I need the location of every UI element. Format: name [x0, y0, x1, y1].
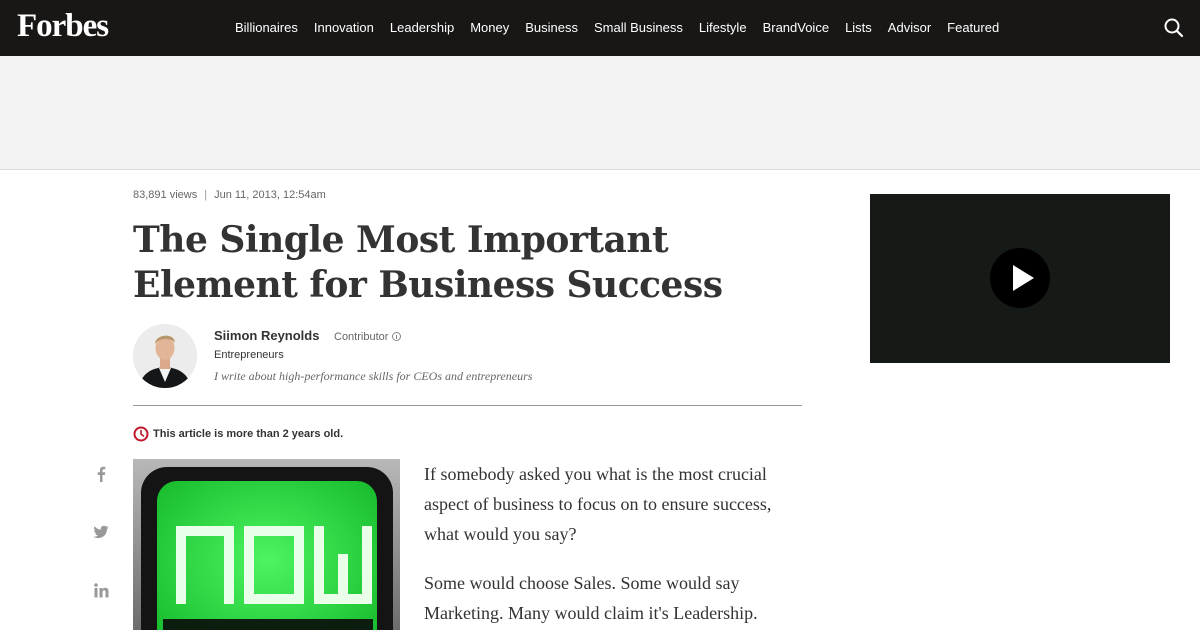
- main-nav: Billionaires Innovation Leadership Money…: [227, 0, 1007, 56]
- author-name[interactable]: Siimon Reynolds: [214, 328, 319, 343]
- facebook-icon[interactable]: [90, 463, 112, 485]
- nav-featured[interactable]: Featured: [939, 0, 1007, 56]
- nav-innovation[interactable]: Innovation: [306, 0, 382, 56]
- author-divider: [133, 405, 802, 406]
- view-count: 83,891 views: [133, 189, 198, 201]
- author-channel[interactable]: Entrepreneurs: [214, 349, 284, 361]
- nav-business[interactable]: Business: [517, 0, 586, 56]
- nav-advisor[interactable]: Advisor: [880, 0, 939, 56]
- author-role: Contributor: [334, 331, 402, 343]
- nav-lifestyle[interactable]: Lifestyle: [691, 0, 755, 56]
- ad-banner-area: [0, 56, 1200, 170]
- nav-brandvoice[interactable]: BrandVoice: [755, 0, 838, 56]
- forbes-logo[interactable]: Forbes: [17, 8, 109, 44]
- linkedin-icon[interactable]: [90, 579, 112, 601]
- clock-icon: [133, 426, 149, 442]
- nav-small-business[interactable]: Small Business: [586, 0, 691, 56]
- article-paragraph-1: If somebody asked you what is the most c…: [424, 464, 772, 544]
- publish-date: Jun 11, 2013, 12:54am: [214, 189, 326, 201]
- video-player[interactable]: [870, 194, 1170, 363]
- nav-lists[interactable]: Lists: [837, 0, 880, 56]
- now-screen-graphic: [133, 459, 400, 630]
- article-title: The Single Most Important Element for Bu…: [133, 219, 723, 306]
- article-paragraph-2: Some would choose Sales. Some would say …: [424, 573, 758, 623]
- author-role-label: Contributor: [334, 331, 389, 343]
- nav-money[interactable]: Money: [462, 0, 517, 56]
- article-meta: 83,891 views | Jun 11, 2013, 12:54am: [133, 189, 326, 201]
- author-bio: I write about high-performance skills fo…: [214, 369, 533, 383]
- article-image: [133, 459, 400, 630]
- author-avatar[interactable]: [133, 324, 197, 388]
- article-age-text: This article is more than 2 years old.: [153, 428, 344, 440]
- site-header: Forbes Billionaires Innovation Leadershi…: [0, 0, 1200, 56]
- search-icon[interactable]: [1163, 17, 1185, 39]
- article-age-notice: This article is more than 2 years old.: [133, 426, 343, 442]
- nav-leadership[interactable]: Leadership: [382, 0, 462, 56]
- play-icon[interactable]: [990, 248, 1050, 308]
- meta-separator: |: [204, 189, 208, 201]
- nav-billionaires[interactable]: Billionaires: [227, 0, 306, 56]
- twitter-icon[interactable]: [90, 521, 112, 543]
- info-icon[interactable]: [392, 332, 402, 341]
